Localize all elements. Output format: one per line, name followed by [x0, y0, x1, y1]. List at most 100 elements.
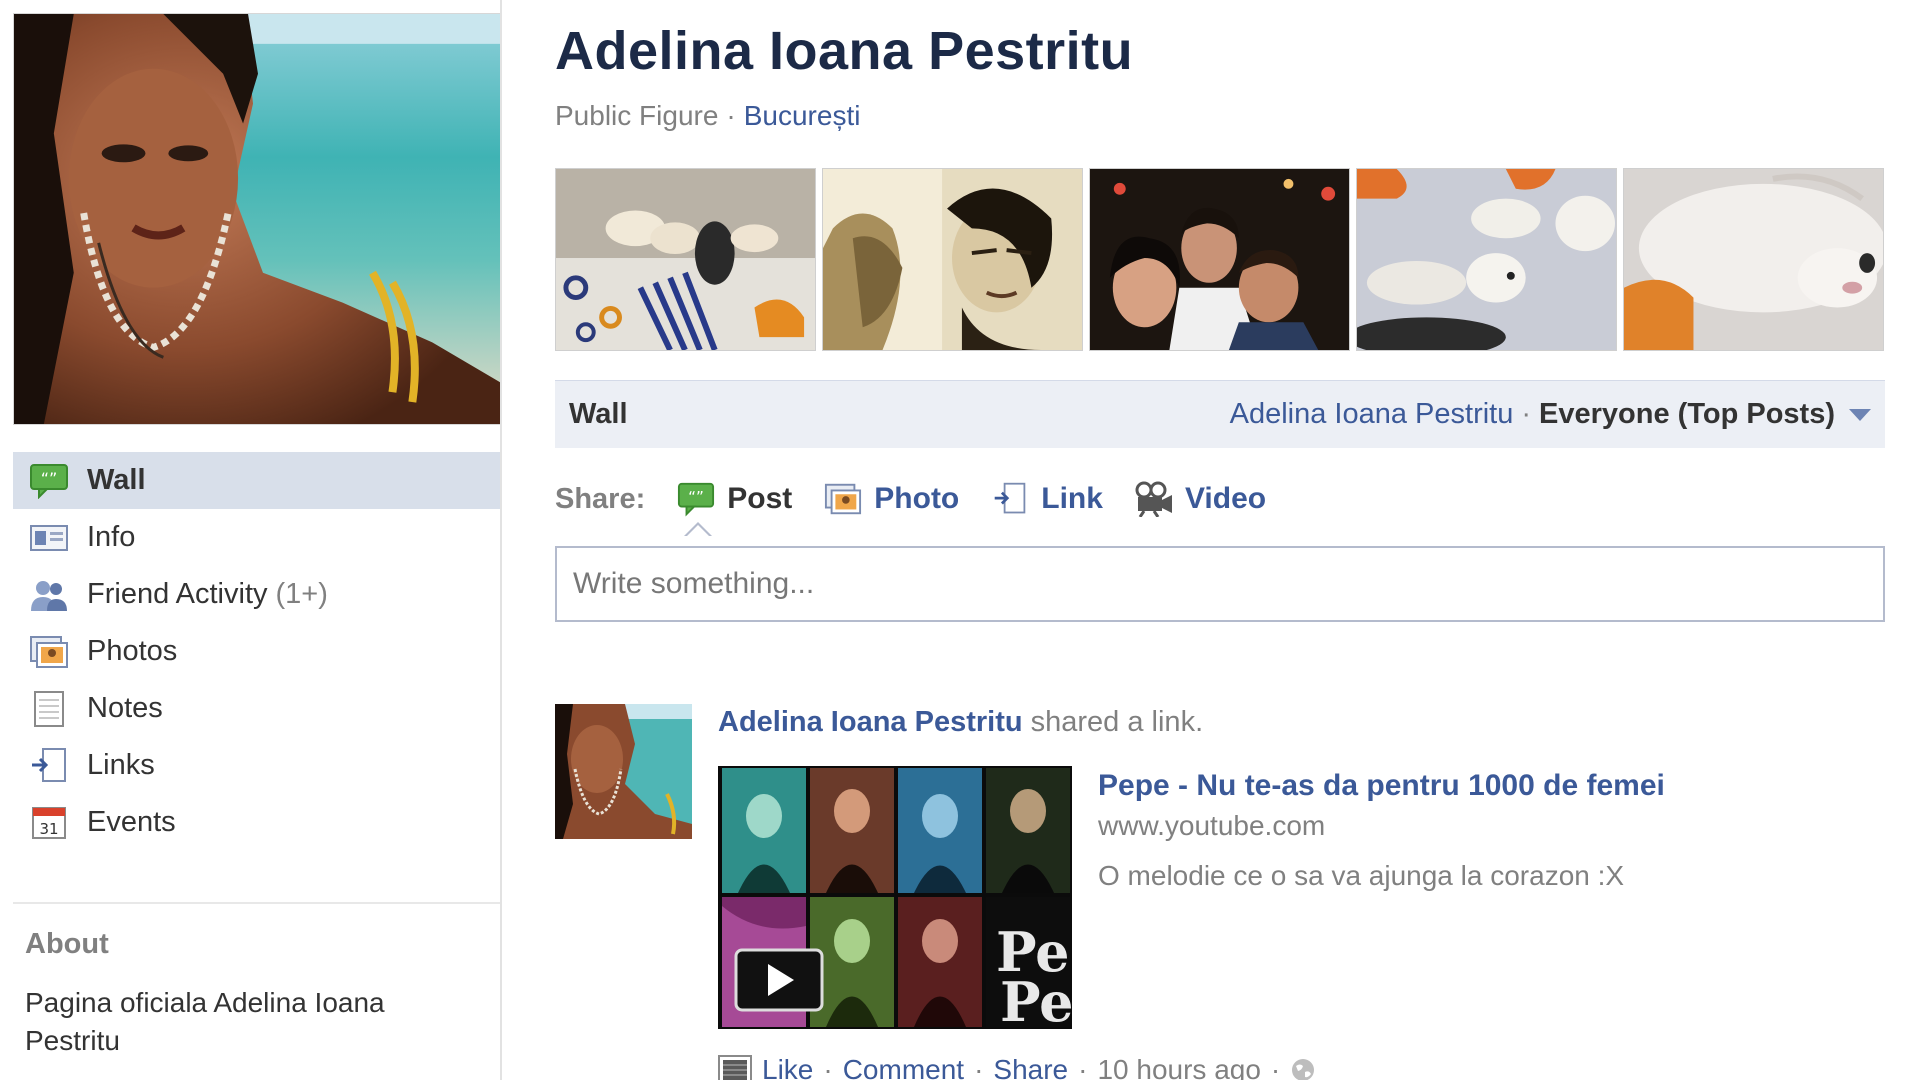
left-column: “” Wall Info Friend Activity (1+) Photos… — [0, 0, 501, 1080]
action-separator: · — [823, 1054, 833, 1080]
location-link[interactable]: București — [744, 100, 861, 131]
about-title: About — [25, 928, 109, 960]
sidebar-item-events[interactable]: 31 Events — [13, 794, 500, 851]
photo-strip — [555, 168, 1885, 351]
share-pointer-inner — [686, 525, 710, 537]
profile-picture[interactable] — [13, 13, 501, 425]
action-separator: · — [974, 1054, 984, 1080]
about-text: Pagina oficiala Adelina Ioana Pestritu — [25, 987, 385, 1056]
chevron-down-icon[interactable] — [1849, 408, 1871, 421]
share-link-label: Link — [1041, 482, 1103, 515]
wall-filter-separator: · — [1521, 398, 1532, 430]
share-video-label: Video — [1184, 482, 1267, 515]
page-title: Adelina Ioana Pestritu — [555, 21, 1134, 81]
play-icon[interactable] — [734, 948, 824, 1012]
sidebar-item-label: Info — [87, 521, 136, 553]
strip-photo-image — [823, 169, 1082, 350]
wall-icon: “” — [29, 463, 69, 499]
story-author-link[interactable]: Adelina Ioana Pestritu — [718, 706, 1023, 738]
attachment-info: Pepe - Nu te-as da pentru 1000 de femei … — [1098, 766, 1858, 896]
friends-icon — [29, 577, 69, 613]
story-actions: Like · Comment · Share · 10 hours ago · — [718, 1054, 1316, 1080]
wall-story: Adelina Ioana Pestritu shared a link. Pe… — [555, 704, 1885, 1080]
wall-header-bar: Wall Adelina Ioana Pestritu · Everyone (… — [555, 380, 1885, 448]
photos-icon — [29, 634, 69, 670]
column-divider — [500, 0, 502, 1080]
share-post-label: Post — [727, 482, 793, 515]
composer-input[interactable] — [557, 548, 1883, 620]
sidebar-item-label: Events — [87, 806, 176, 838]
sidebar-item-wall[interactable]: “” Wall — [13, 452, 500, 509]
like-thumb-icon — [718, 1055, 752, 1080]
action-separator: · — [1270, 1054, 1281, 1080]
story-body: Adelina Ioana Pestritu shared a link. Pe… — [718, 704, 1878, 1080]
notes-icon — [29, 690, 69, 727]
sidebar-item-photos[interactable]: Photos — [13, 623, 500, 680]
links-icon — [29, 747, 69, 784]
sidebar-item-label: Links — [87, 749, 155, 781]
globe-icon — [1290, 1057, 1316, 1080]
sidebar-item-label: Friend Activity — [87, 578, 268, 610]
wall-bar-title: Wall — [569, 398, 628, 430]
subtitle-separator: · — [726, 100, 736, 131]
svg-text:“”: “” — [41, 469, 58, 488]
share-post-button[interactable]: “” Post — [675, 479, 792, 519]
attachment-title-link[interactable]: Pepe - Nu te-as da pentru 1000 de femei — [1098, 766, 1858, 806]
sidebar-nav: “” Wall Info Friend Activity (1+) Photos… — [13, 452, 500, 851]
page-category: Public Figure — [555, 100, 719, 131]
strip-photo[interactable] — [822, 168, 1083, 351]
events-icon: 31 — [29, 805, 69, 841]
comment-link[interactable]: Comment — [843, 1054, 964, 1080]
story-header: Adelina Ioana Pestritu shared a link. — [718, 704, 1878, 740]
share-row: Share: “” Post Photo Link Video — [555, 476, 1296, 522]
sidebar-item-label: Wall — [87, 464, 146, 496]
page-subtitle: Public Figure · București — [555, 100, 860, 132]
strip-photo-image — [1090, 169, 1349, 350]
strip-photo[interactable] — [1623, 168, 1884, 351]
sidebar-item-label: Notes — [87, 692, 163, 724]
sidebar-item-friend-activity[interactable]: Friend Activity (1+) — [13, 566, 500, 623]
video-thumbnail-image: Pe Pe — [718, 766, 1072, 1029]
sidebar-item-links[interactable]: Links — [13, 737, 500, 794]
link-icon — [989, 479, 1031, 519]
strip-photo-image — [1357, 169, 1616, 350]
thumb-text: Pe — [1000, 970, 1072, 1029]
share-video-button[interactable]: Video — [1133, 479, 1266, 519]
svg-text:“”: “” — [688, 488, 704, 506]
profile-photo-image — [14, 14, 500, 424]
strip-photo-image — [1624, 169, 1883, 350]
strip-photo-image — [556, 169, 815, 350]
like-link[interactable]: Like — [762, 1054, 813, 1080]
info-icon — [29, 520, 69, 556]
share-label: Share: — [555, 482, 646, 515]
story-timestamp[interactable]: 10 hours ago — [1097, 1054, 1260, 1080]
sidebar-item-notes[interactable]: Notes — [13, 680, 500, 737]
sidebar-item-info[interactable]: Info — [13, 509, 500, 566]
wall-filter: Adelina Ioana Pestritu · Everyone (Top P… — [1230, 398, 1871, 431]
video-icon — [1133, 479, 1175, 519]
avatar-image — [555, 704, 692, 839]
wall-filter-scope-dropdown[interactable]: Everyone (Top Posts) — [1539, 398, 1835, 431]
photo-icon — [822, 479, 864, 519]
video-thumbnail[interactable]: Pe Pe — [718, 766, 1072, 1029]
avatar[interactable] — [555, 704, 692, 839]
main-column: Adelina Ioana Pestritu Public Figure · Buc… — [555, 0, 1885, 1080]
attachment-domain: www.youtube.com — [1098, 810, 1326, 841]
composer-box — [555, 546, 1885, 622]
strip-photo[interactable] — [1089, 168, 1350, 351]
attachment-description: O melodie ce o sa va ajunga la corazon :… — [1098, 860, 1625, 891]
friend-activity-count: (1+) — [275, 578, 328, 610]
svg-text:31: 31 — [39, 820, 58, 838]
story-action-text: shared a link. — [1022, 706, 1204, 738]
share-photo-label: Photo — [874, 482, 960, 515]
share-link[interactable]: Share — [993, 1054, 1068, 1080]
share-link-button[interactable]: Link — [989, 479, 1103, 519]
share-photo-button[interactable]: Photo — [822, 479, 959, 519]
action-separator: · — [1078, 1054, 1088, 1080]
about-divider — [13, 902, 500, 904]
post-icon: “” — [675, 479, 717, 519]
wall-filter-owner-link[interactable]: Adelina Ioana Pestritu — [1230, 398, 1514, 431]
sidebar-item-label: Photos — [87, 635, 178, 667]
strip-photo[interactable] — [555, 168, 816, 351]
strip-photo[interactable] — [1356, 168, 1617, 351]
